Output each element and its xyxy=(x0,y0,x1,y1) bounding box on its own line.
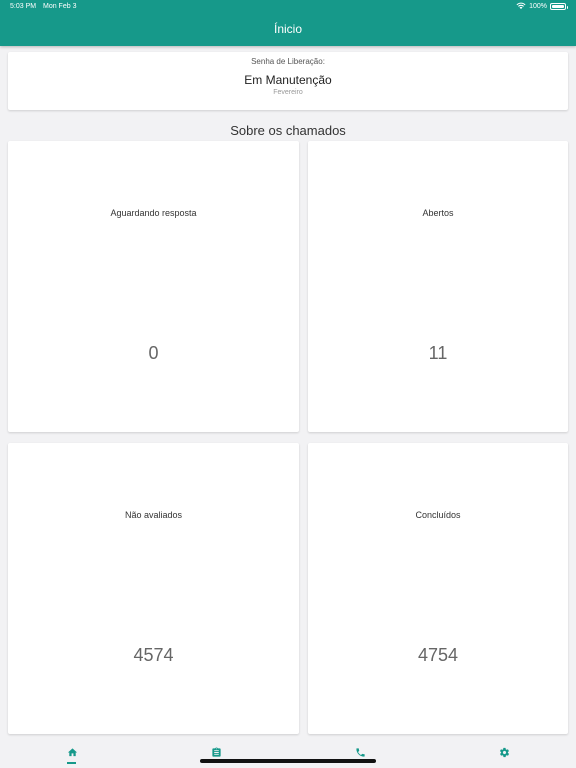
status-bar: 5:03 PM Mon Feb 3 100% xyxy=(0,0,576,14)
tab-calls[interactable] xyxy=(288,742,432,768)
stat-value: 11 xyxy=(428,343,448,363)
stat-label: Concluídos xyxy=(415,510,461,520)
battery-percent: 100% xyxy=(529,2,547,10)
home-indicator[interactable] xyxy=(200,759,376,763)
status-date: Mon Feb 3 xyxy=(43,3,77,10)
home-icon xyxy=(67,748,77,757)
tab-settings[interactable] xyxy=(432,742,576,768)
stat-card-completed[interactable]: Concluídos 4754 xyxy=(308,443,568,734)
tab-bar xyxy=(0,742,576,768)
release-month: Fevereiro xyxy=(273,89,303,96)
stat-value: 4754 xyxy=(417,645,459,665)
section-title: Sobre os chamados xyxy=(230,123,346,138)
battery-icon xyxy=(550,2,568,10)
tab-home[interactable] xyxy=(0,742,144,768)
clipboard-icon xyxy=(211,747,221,757)
stat-card-open[interactable]: Abertos 11 xyxy=(308,141,568,432)
stat-label: Abertos xyxy=(422,208,454,218)
status-time: 5:03 PM xyxy=(10,3,37,10)
phone-icon xyxy=(355,748,365,757)
tab-tickets[interactable] xyxy=(144,742,288,768)
release-label: Senha de Liberação: xyxy=(251,57,325,66)
stat-label: Aguardando resposta xyxy=(110,208,197,218)
page-title: Ínicio xyxy=(273,22,302,36)
active-tab-indicator xyxy=(67,762,76,764)
stat-card-not-rated[interactable]: Não avaliados 4574 xyxy=(8,443,299,734)
stat-label: Não avaliados xyxy=(124,510,183,520)
stat-value: 0 xyxy=(148,343,159,363)
gear-icon xyxy=(499,747,509,758)
wifi-icon xyxy=(516,2,526,9)
app-header: 5:03 PM Mon Feb 3 100% Ínicio xyxy=(0,0,576,46)
stat-value: 4574 xyxy=(133,645,174,665)
release-value: Em Manutenção xyxy=(244,73,332,87)
status-indicators: 100% xyxy=(516,2,568,10)
release-card: Senha de Liberação: Em Manutenção Fevere… xyxy=(8,52,568,110)
stat-card-awaiting[interactable]: Aguardando resposta 0 xyxy=(8,141,299,432)
